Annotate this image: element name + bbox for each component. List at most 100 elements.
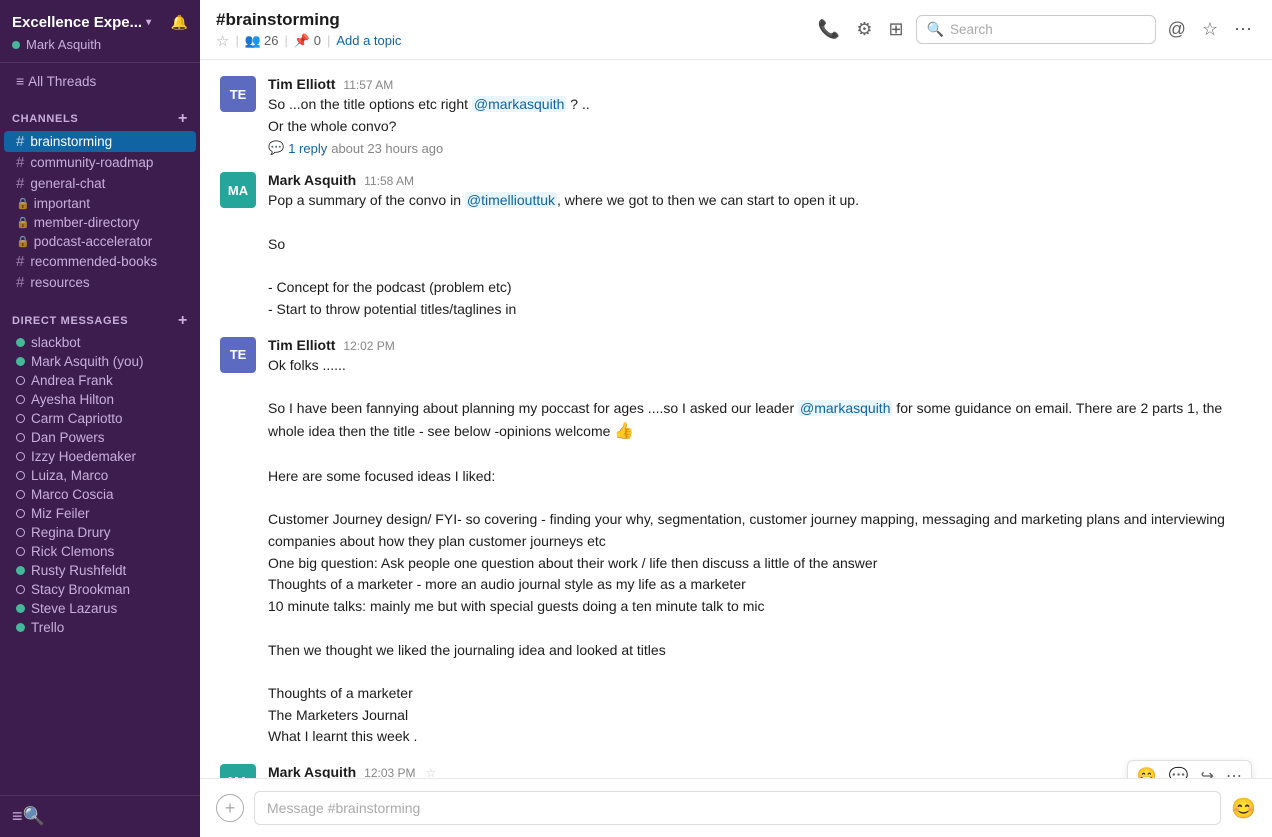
gear-button[interactable]: ⚙ (852, 15, 876, 44)
emoji-picker-button[interactable]: 😊 (1231, 796, 1256, 821)
dm-name: Steve Lazarus (31, 601, 117, 616)
sidebar-item-dm[interactable]: Rusty Rushfeldt (4, 561, 196, 580)
message-time: 12:03 PM (364, 766, 415, 778)
dm-name: Regina Drury (31, 525, 111, 540)
sidebar-item-dm[interactable]: Dan Powers (4, 428, 196, 447)
threads-icon: ≡ (16, 73, 24, 89)
message-author: Tim Elliott (268, 76, 335, 92)
sidebar-item-dm[interactable]: Andrea Frank (4, 371, 196, 390)
dm-status-dot (16, 452, 25, 461)
dm-name: Izzy Hoedemaker (31, 449, 136, 464)
more-actions-button[interactable]: ⋯ (1221, 763, 1247, 778)
pin-icon: 📌 (294, 33, 310, 48)
star-icon[interactable]: ☆ (216, 32, 229, 50)
sidebar-footer-icon[interactable]: ≡🔍 (12, 806, 45, 826)
sidebar-item-dm[interactable]: Carm Capriotto (4, 409, 196, 428)
sidebar-item-channel[interactable]: #recommended-books (4, 251, 196, 272)
dm-status-dot (16, 623, 25, 632)
dm-status-dot (16, 376, 25, 385)
dm-name: Mark Asquith (you) (31, 354, 144, 369)
members-icon: 👥 (245, 33, 261, 49)
sidebar-item-dm[interactable]: Ayesha Hilton (4, 390, 196, 409)
reply-icon: 💬 (268, 140, 284, 156)
attach-button[interactable]: + (216, 794, 244, 822)
forward-button[interactable]: ↪ (1196, 763, 1219, 778)
mention: @markasquith (472, 96, 566, 112)
sidebar-item-dm[interactable]: Regina Drury (4, 523, 196, 542)
avatar: MA (220, 172, 256, 208)
message-author: Mark Asquith (268, 172, 356, 188)
sidebar-item-channel[interactable]: #general-chat (4, 173, 196, 194)
channel-name: important (34, 196, 90, 211)
sidebar-header: Excellence Expe... ▾ 🔔 Mark Asquith (0, 0, 200, 63)
dm-name: Andrea Frank (31, 373, 113, 388)
message-header: Mark Asquith 12:03 PM ☆ (268, 764, 1252, 778)
dm-name: Carm Capriotto (31, 411, 123, 426)
message-time: 11:57 AM (343, 78, 393, 92)
call-button[interactable]: 📞 (814, 15, 844, 44)
add-dm-button[interactable]: + (178, 313, 188, 329)
sidebar: Excellence Expe... ▾ 🔔 Mark Asquith ≡ Al… (0, 0, 200, 837)
pins-info: 📌 0 (294, 33, 321, 49)
dm-status-dot (16, 528, 25, 537)
dm-name: Stacy Brookman (31, 582, 130, 597)
user-name: Mark Asquith (26, 37, 101, 52)
dm-name: Miz Feiler (31, 506, 90, 521)
message-header: Mark Asquith 11:58 AM (268, 172, 1252, 188)
channel-name: podcast-accelerator (34, 234, 153, 249)
bell-icon[interactable]: 🔔 (171, 14, 188, 31)
dm-status-dot (16, 566, 25, 575)
search-input[interactable] (950, 22, 1130, 37)
reply-link[interactable]: 💬 1 reply about 23 hours ago (268, 140, 443, 156)
sidebar-item-channel[interactable]: #community-roadmap (4, 152, 196, 173)
dm-status-dot (16, 547, 25, 556)
workspace-name[interactable]: Excellence Expe... ▾ 🔔 (12, 14, 188, 31)
avatar: MA (220, 764, 256, 778)
at-button[interactable]: @ (1164, 15, 1190, 44)
more-button[interactable]: ⋯ (1230, 15, 1256, 44)
layout-button[interactable]: ⊞ (884, 15, 907, 44)
avatar: TE (220, 337, 256, 373)
sidebar-item-channel[interactable]: 🔒important (4, 194, 196, 213)
user-online-dot (12, 41, 20, 49)
hash-icon: # (16, 175, 24, 192)
sidebar-item-dm[interactable]: Trello (4, 618, 196, 637)
members-count: 👥 26 (245, 33, 279, 49)
message-input[interactable] (254, 791, 1221, 825)
message-content: Tim Elliott 11:57 AM So ...on the title … (268, 76, 1252, 156)
message-group: MA Mark Asquith 11:58 AM Pop a summary o… (220, 172, 1252, 320)
thread-button[interactable]: 💬 (1164, 763, 1194, 778)
user-status: Mark Asquith (12, 37, 188, 52)
star-message-icon[interactable]: ☆ (426, 766, 437, 778)
dm-status-dot (16, 395, 25, 404)
mention: @timelliouttuk (465, 192, 557, 208)
bookmark-button[interactable]: ☆ (1198, 15, 1222, 44)
lock-icon: 🔒 (16, 235, 30, 248)
dm-status-dot (16, 509, 25, 518)
sidebar-item-dm[interactable]: slackbot (4, 333, 196, 352)
dm-name: Dan Powers (31, 430, 105, 445)
sidebar-item-channel[interactable]: #brainstorming (4, 131, 196, 152)
all-threads-item[interactable]: ≡ All Threads (4, 71, 196, 91)
message-body: So ...on the title options etc right @ma… (268, 94, 1252, 137)
sidebar-item-dm[interactable]: Marco Coscia (4, 485, 196, 504)
sidebar-item-channel[interactable]: #resources (4, 272, 196, 293)
sidebar-item-dm[interactable]: Steve Lazarus (4, 599, 196, 618)
sidebar-item-channel[interactable]: 🔒member-directory (4, 213, 196, 232)
add-topic-link[interactable]: Add a topic (336, 33, 401, 48)
message-time: 11:58 AM (364, 174, 414, 188)
dm-section-header: DIRECT MESSAGES + (0, 313, 200, 329)
sidebar-item-dm[interactable]: Miz Feiler (4, 504, 196, 523)
message-body: Pop a summary of the convo in @timelliou… (268, 190, 1252, 320)
reaction-button[interactable]: 😄 (1132, 763, 1162, 778)
message-actions: 😄 💬 ↪ ⋯ (1127, 760, 1252, 778)
sidebar-item-channel[interactable]: 🔒 podcast-accelerator (4, 232, 196, 251)
sidebar-item-dm[interactable]: Rick Clemons (4, 542, 196, 561)
add-channel-button[interactable]: + (178, 111, 188, 127)
hash-icon: # (16, 133, 24, 150)
channel-title: #brainstorming (216, 10, 340, 30)
sidebar-item-dm[interactable]: Luiza, Marco (4, 466, 196, 485)
sidebar-item-dm[interactable]: Stacy Brookman (4, 580, 196, 599)
sidebar-item-dm[interactable]: Mark Asquith (you) (4, 352, 196, 371)
sidebar-item-dm[interactable]: Izzy Hoedemaker (4, 447, 196, 466)
